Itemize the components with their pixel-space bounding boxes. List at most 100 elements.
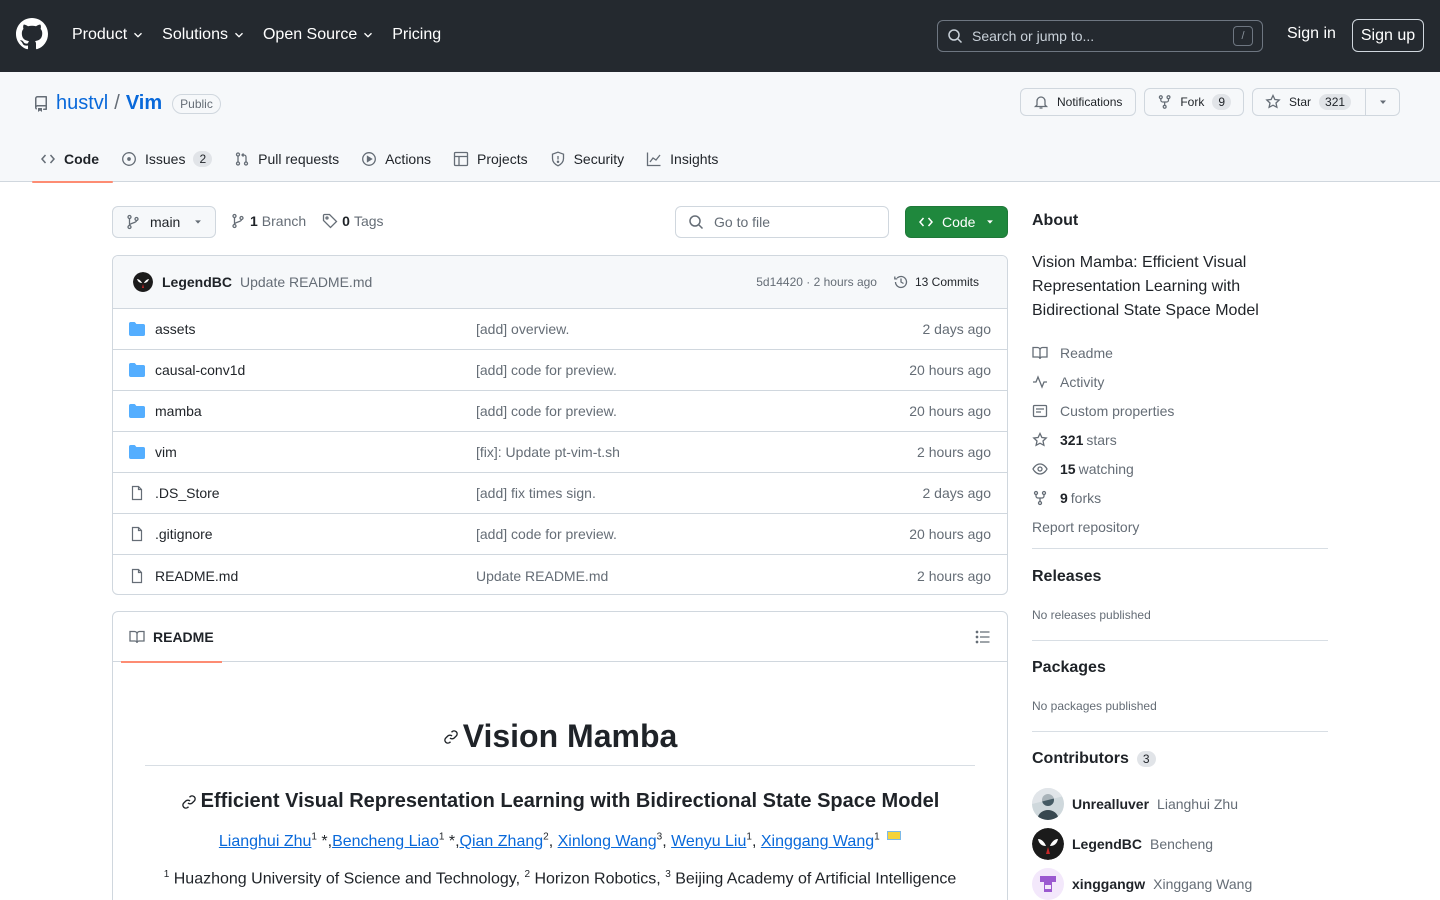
author-link[interactable]: Lianghui Zhu [219,833,312,850]
file-name-link[interactable]: vim [155,444,476,460]
table-row[interactable]: .gitignore [add] code for preview. 20 hour… [113,514,1007,555]
nav-pricing[interactable]: Pricing [392,24,441,46]
file-name-link[interactable]: .gitignore [155,526,476,542]
star-dropdown-button[interactable] [1366,88,1400,116]
stars-link[interactable]: 321 stars [1032,425,1328,454]
author-link[interactable]: Wenyu Liu [671,833,746,850]
table-row[interactable]: mamba [add] code for preview. 20 hours ago [113,391,1007,432]
file-time: 20 hours ago [909,362,991,378]
avatar[interactable] [133,272,153,292]
tab-security-label: Security [573,151,625,167]
repo-separator: / [114,92,120,114]
tags-link[interactable]: 0 Tags [322,213,384,229]
readme-authors: Lianghui Zhu1 *,Bencheng Liao1 *,Qian Zh… [145,831,975,851]
forks-link[interactable]: 9 forks [1032,483,1328,512]
commit-hash-time[interactable]: 5d14420 · 2 hours ago [756,275,877,289]
report-repository-link[interactable]: Report repository [1032,512,1328,541]
releases-heading[interactable]: Releases [1032,568,1101,586]
file-commit-link[interactable]: [add] overview. [476,321,923,337]
tab-security[interactable]: Security [542,136,639,182]
tab-insights[interactable]: Insights [638,136,732,182]
file-commit-link[interactable]: [fix]: Update pt-vim-t.sh [476,444,917,460]
tab-actions[interactable]: Actions [353,136,445,182]
tab-code[interactable]: Code [32,136,113,183]
github-logo-icon[interactable] [16,18,48,50]
contributors-title: Contributors [1032,750,1129,767]
readme-tab[interactable]: README [121,612,222,663]
author-link[interactable]: Bencheng Liao [332,833,439,850]
commit-author-link[interactable]: LegendBC [162,274,232,290]
folder-icon [129,322,145,336]
author-link[interactable]: Xinlong Wang [558,833,657,850]
file-name-link[interactable]: mamba [155,403,476,419]
file-time: 20 hours ago [909,403,991,419]
branch-name: main [150,214,181,230]
file-commit-link[interactable]: [add] fix times sign. [476,485,923,501]
code-icon [41,154,55,164]
nav-product[interactable]: Product [72,24,145,46]
file-time: 20 hours ago [909,526,991,542]
tab-projects[interactable]: Projects [445,136,542,182]
tab-pull-requests[interactable]: Pull requests [226,136,353,182]
repo-owner-link[interactable]: hustvl [56,92,108,115]
contributors-heading[interactable]: Contributors 3 [1032,750,1156,768]
avatar [1032,868,1064,900]
table-row[interactable]: assets [add] overview. 2 days ago [113,309,1007,350]
contributor-item[interactable]: xinggangw Xinggang Wang [1032,868,1252,900]
search-input[interactable]: Search or jump to... / [937,20,1263,52]
packages-heading[interactable]: Packages [1032,659,1106,677]
contributor-login: LegendBC [1072,836,1142,852]
file-commit-link[interactable]: [add] code for preview. [476,403,909,419]
repo-name-link[interactable]: Vim [126,92,162,115]
outline-icon[interactable] [975,629,991,645]
table-row[interactable]: causal-conv1d [add] code for preview. 20 h… [113,350,1007,391]
nav-solutions[interactable]: Solutions [162,24,246,46]
readme-link[interactable]: Readme [1032,338,1328,367]
contributor-item[interactable]: Unrealluver Lianghui Zhu [1032,788,1238,820]
branch-icon [127,214,139,230]
about-links: Readme Activity Custom properties 321 sta… [1032,338,1328,541]
branch-select-button[interactable]: main [112,206,216,238]
notifications-button[interactable]: Notifications [1020,88,1136,116]
link-icon[interactable] [181,794,197,810]
file-name-link[interactable]: causal-conv1d [155,362,476,378]
affiliation-text: Beijing Academy of Artificial Intelligen… [670,870,957,888]
tab-issues[interactable]: Issues 2 [113,136,226,182]
contributor-login: Unrealluver [1072,796,1150,812]
watching-link[interactable]: 15 watching [1032,454,1328,483]
file-commit-link[interactable]: [add] code for preview. [476,362,909,378]
file-name-link[interactable]: README.md [155,568,476,584]
link-icon[interactable] [443,729,459,745]
activity-link[interactable]: Activity [1032,367,1328,396]
author-separator: *, [444,833,460,850]
nav-open-source[interactable]: Open Source [263,24,375,46]
table-row[interactable]: README.md Update README.md 2 hours ago [113,555,1007,594]
sign-up-button[interactable]: Sign up [1352,19,1424,52]
author-link[interactable]: Qian Zhang [460,833,544,850]
readme-subtitle: Efficient Visual Representation Learning… [145,790,975,813]
branches-link[interactable]: 1 Branch [230,213,306,229]
packages-note: No packages published [1032,699,1157,713]
star-button[interactable]: Star 321 [1252,88,1366,116]
file-commit-link[interactable]: Update README.md [476,568,917,584]
author-link[interactable]: Xinggang Wang [761,833,874,850]
table-row[interactable]: .DS_Store [add] fix times sign. 2 days ago [113,473,1007,514]
file-commit-link[interactable]: [add] code for preview. [476,526,909,542]
custom-properties-link[interactable]: Custom properties [1032,396,1328,425]
sign-in-link[interactable]: Sign in [1287,25,1336,43]
issues-count: 2 [193,151,213,167]
nav-open-source-label: Open Source [262,26,358,43]
readme-content: Vision Mamba Efficient Visual Representa… [113,718,1007,888]
fork-button[interactable]: Fork 9 [1144,88,1244,116]
chevron-down-icon [235,32,243,38]
table-row[interactable]: vim [fix]: Update pt-vim-t.sh 2 hours ago [113,432,1007,473]
file-name-link[interactable]: assets [155,321,476,337]
file-time: 2 days ago [922,321,992,337]
code-button[interactable]: Code [905,206,1008,238]
nav-pricing-label: Pricing [392,26,442,43]
go-to-file-input[interactable]: Go to file [675,206,889,238]
commit-message-link[interactable]: Update README.md [240,274,372,290]
commits-history-link[interactable]: 13 Commits [893,274,991,290]
file-name-link[interactable]: .DS_Store [155,485,476,501]
contributor-item[interactable]: LegendBC Bencheng [1032,828,1213,860]
